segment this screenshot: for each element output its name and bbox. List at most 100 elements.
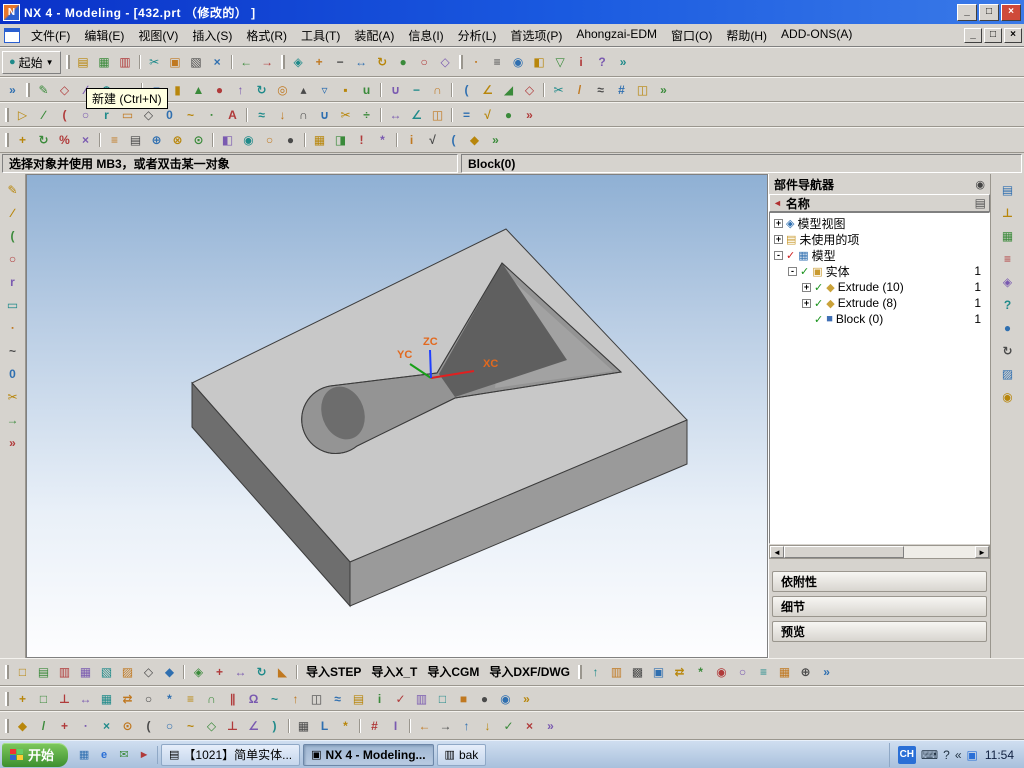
quadrant-point-icon[interactable]: ( — [138, 715, 159, 736]
extend-tool-icon[interactable]: → — [2, 409, 23, 430]
menu-item[interactable]: 窗口(O) — [664, 25, 719, 46]
cone-icon[interactable]: ▲ — [188, 79, 209, 100]
tree-row[interactable]: ✓ ■ Block (0) 1 — [770, 311, 989, 327]
line-icon[interactable]: ∕ — [33, 104, 54, 125]
wave-link-icon[interactable]: ~ — [264, 688, 285, 709]
toolbar-drag-handle[interactable] — [5, 691, 9, 706]
edge-blend-icon[interactable]: ( — [456, 79, 477, 100]
import-cgm-button[interactable]: 导入CGM — [422, 663, 484, 681]
ime-language-badge[interactable]: CH — [897, 745, 916, 764]
ime-help-icon[interactable]: ? — [943, 748, 950, 762]
unhighlight-icon[interactable]: ○ — [732, 662, 753, 683]
show-desktop-icon[interactable]: ▦ — [75, 746, 93, 764]
split-body-icon[interactable]: / — [569, 79, 590, 100]
named-views-icon[interactable]: ▦ — [309, 130, 330, 151]
unblank-object-icon[interactable]: ● — [280, 130, 301, 151]
checkmark-icon[interactable]: ✓ — [814, 313, 823, 326]
arc-center-icon[interactable]: ⊙ — [117, 715, 138, 736]
chamfer-icon[interactable]: ∠ — [477, 79, 498, 100]
section-analysis-icon[interactable]: ◫ — [427, 104, 448, 125]
ellipse-tool-icon[interactable]: 0 — [2, 363, 23, 384]
palettes-icon[interactable]: ▨ — [997, 363, 1018, 384]
report-icon[interactable]: ▥ — [411, 688, 432, 709]
part-navigator-tab-icon[interactable]: ▦ — [997, 225, 1018, 246]
project-curve-icon[interactable]: ↓ — [272, 104, 293, 125]
coordinate-entry-icon[interactable]: # — [364, 715, 385, 736]
overflow-icon[interactable]: » — [2, 79, 23, 100]
object-information-icon[interactable]: i — [401, 130, 422, 151]
zoom-in-icon[interactable]: + — [309, 52, 330, 73]
snap-point-icon[interactable]: ∙ — [466, 52, 487, 73]
document-icon[interactable] — [4, 27, 20, 43]
toolbar-drag-handle[interactable] — [5, 133, 9, 147]
mate-constraint-icon[interactable]: ⊥ — [54, 688, 75, 709]
check-mate-icon[interactable]: ✓ — [390, 688, 411, 709]
internet-explorer-icon[interactable]: e — [95, 746, 113, 764]
import-dxfdwg-button[interactable]: 导入DXF/DWG — [484, 663, 575, 681]
groove-icon[interactable]: u — [356, 79, 377, 100]
create-component-icon[interactable]: □ — [33, 688, 54, 709]
pattern-component-icon[interactable]: ▦ — [96, 688, 117, 709]
simple-analysis-icon[interactable]: √ — [477, 104, 498, 125]
toolbar-drag-handle[interactable] — [578, 665, 583, 679]
edit-object-display-icon[interactable]: ◧ — [529, 52, 550, 73]
cancel-icon[interactable]: × — [519, 715, 540, 736]
mdi-minimize-button[interactable]: _ — [964, 27, 982, 43]
collapse-box[interactable]: - — [788, 266, 797, 276]
sequence-icon[interactable]: ≡ — [180, 688, 201, 709]
face-analysis-icon[interactable]: ◆ — [464, 130, 485, 151]
tree-label[interactable]: 未使用的项 — [799, 231, 859, 248]
sphere-icon[interactable]: ● — [209, 79, 230, 100]
toolbar-drag-handle[interactable] — [458, 55, 463, 69]
revolve-icon[interactable]: ↻ — [251, 79, 272, 100]
reuse-library-icon[interactable]: ◈ — [997, 271, 1018, 292]
unite-icon[interactable]: ∪ — [385, 79, 406, 100]
collapse-arrow-icon[interactable]: ◄ — [773, 198, 782, 208]
grid-toggle-icon[interactable]: ▦ — [774, 662, 795, 683]
checkmark-icon[interactable]: ✓ — [786, 249, 795, 262]
angle-snap-icon[interactable]: ∠ — [243, 715, 264, 736]
navigator-column-header[interactable]: ◄ 名称 ▤ — [769, 194, 990, 212]
pan-icon[interactable]: ↔ — [351, 52, 372, 73]
print-view-icon[interactable]: ▥ — [606, 662, 627, 683]
front-view-icon[interactable]: □ — [12, 662, 33, 683]
wcs-z-axis[interactable] — [429, 349, 432, 379]
mdi-close-button[interactable]: × — [1004, 27, 1022, 43]
menu-item[interactable]: 编辑(E) — [77, 25, 131, 46]
back-view-icon[interactable]: ▨ — [117, 662, 138, 683]
constraint-navigator-icon[interactable]: ⊥ — [997, 202, 1018, 223]
zoom-out-icon[interactable]: − — [330, 52, 351, 73]
collapse-box[interactable]: - — [774, 250, 783, 260]
expand-box[interactable]: + — [802, 282, 811, 292]
overflow-icon[interactable]: » — [613, 52, 634, 73]
extrude-icon[interactable]: ↑ — [230, 79, 251, 100]
tree-label[interactable]: 模型视图 — [797, 215, 845, 232]
pad-icon[interactable]: ▪ — [335, 79, 356, 100]
graphics-viewport[interactable]: XC YC ZC — [26, 174, 768, 658]
menu-item[interactable]: 插入(S) — [185, 25, 239, 46]
help-panel-icon[interactable]: ? — [997, 294, 1018, 315]
tree-row[interactable]: - ✓ ▣ 实体 1 — [770, 263, 989, 279]
interference-check-icon[interactable]: ∩ — [201, 688, 222, 709]
wcs-set-origin-icon[interactable]: ⊙ — [188, 130, 209, 151]
tangent-point-icon[interactable]: ) — [264, 715, 285, 736]
wcs-orient-icon[interactable]: ⊗ — [167, 130, 188, 151]
join-curve-icon[interactable]: ∪ — [314, 104, 335, 125]
section-details[interactable]: 细节 — [772, 596, 987, 617]
cut-icon[interactable]: ✂ — [144, 52, 165, 73]
clip-section-icon[interactable]: ◨ — [330, 130, 351, 151]
arrangements-icon[interactable]: ▤ — [348, 688, 369, 709]
scroll-left-icon[interactable]: ◄ — [770, 546, 784, 558]
toolbar-drag-handle[interactable] — [65, 55, 70, 69]
right-view-icon[interactable]: ▥ — [54, 662, 75, 683]
plot-icon[interactable]: ▩ — [627, 662, 648, 683]
isometric-view-icon[interactable]: ◇ — [138, 662, 159, 683]
datum-plane-icon[interactable]: ◇ — [54, 79, 75, 100]
trimetric-view-icon[interactable]: ◆ — [159, 662, 180, 683]
menu-item[interactable]: ADD-ONS(A) — [774, 25, 859, 46]
point-curve-icon[interactable]: ∙ — [201, 104, 222, 125]
text-curve-icon[interactable]: A — [222, 104, 243, 125]
mid-point-icon[interactable]: + — [54, 715, 75, 736]
trim-body-icon[interactable]: ✂ — [548, 79, 569, 100]
open-component-icon[interactable]: □ — [432, 688, 453, 709]
